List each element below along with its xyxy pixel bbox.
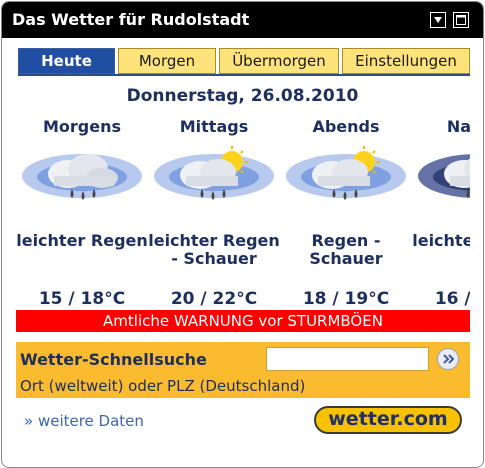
- tab-underline: [18, 74, 470, 76]
- more-data-link[interactable]: » weitere Daten: [24, 412, 144, 430]
- period-description: Regen - Schauer: [309, 231, 383, 268]
- title-bar: Das Wetter für Rudolstadt: [2, 2, 483, 38]
- period-description: leichter Regen - Schauer: [148, 231, 280, 268]
- double-chevron-right-icon: [443, 354, 455, 364]
- period-temperature: 20 / 22°C: [170, 289, 258, 309]
- tab-einstellungen[interactable]: Einstellungen: [342, 48, 470, 74]
- tab-heute[interactable]: Heute: [18, 48, 115, 74]
- period-label: Nachts: [446, 117, 470, 136]
- quick-search-hint: Ort (weltweit) oder PLZ (Deutschland): [20, 377, 306, 395]
- period-label: Mittags: [179, 117, 249, 136]
- period-label: Morgens: [42, 117, 122, 136]
- tab-morgen[interactable]: Morgen: [118, 48, 216, 74]
- widget-title: Das Wetter für Rudolstadt: [12, 10, 250, 29]
- sun-rain-cloud-icon: [286, 146, 406, 200]
- tab-uebermorgen[interactable]: Übermorgen: [219, 48, 339, 74]
- weather-widget: Das Wetter für Rudolstadt Heute Morgen Ü…: [1, 1, 484, 468]
- quick-search-panel: Wetter-Schnellsuche Ort (weltweit) oder …: [16, 342, 470, 398]
- period-label: Abends: [312, 117, 380, 136]
- window-icon: [456, 15, 466, 25]
- location-search-input[interactable]: [266, 347, 429, 371]
- forecast-period: Nachts leichter Regen 16 / 17°C: [412, 114, 470, 309]
- forecast-strip: Morgens leichter Regen 15 / 18°C Mittags: [16, 114, 470, 314]
- forecast-period: Abends Regen - Schauer 18 / 19°C: [280, 114, 412, 309]
- triangle-down-icon: [434, 17, 442, 23]
- sun-rain-cloud-icon: [154, 146, 274, 200]
- period-temperature: 18 / 19°C: [302, 289, 390, 309]
- rain-cloud-icon: [22, 154, 142, 200]
- forecast-period: Mittags leichter Regen - Schauer 20 / 22…: [148, 114, 280, 309]
- quick-search-label: Wetter-Schnellsuche: [20, 350, 207, 369]
- wetter-com-logo[interactable]: wetter.com: [314, 406, 462, 434]
- storm-warning-banner[interactable]: Amtliche WARNUNG vor STURMBÖEN: [16, 310, 470, 332]
- forecast-date: Donnerstag, 26.08.2010: [126, 86, 359, 106]
- forecast-period: Morgens leichter Regen 15 / 18°C: [16, 114, 148, 309]
- period-temperature: 16 / 17°C: [434, 289, 470, 309]
- maximize-button[interactable]: [453, 12, 469, 28]
- period-description: leichter Regen: [16, 231, 148, 250]
- collapse-button[interactable]: [430, 12, 446, 28]
- search-submit-button[interactable]: [437, 348, 459, 370]
- period-description: leichter Regen: [412, 231, 470, 250]
- period-temperature: 15 / 18°C: [38, 289, 126, 309]
- night-rain-cloud-icon: [418, 154, 470, 198]
